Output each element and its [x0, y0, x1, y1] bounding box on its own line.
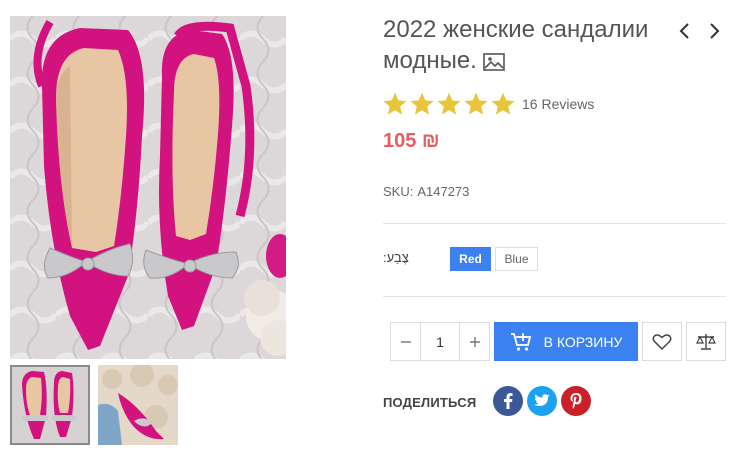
star-icon	[491, 92, 515, 115]
color-label: צֶבַע:	[383, 250, 409, 265]
compare-button[interactable]	[686, 322, 726, 361]
facebook-share-button[interactable]	[493, 386, 523, 416]
thumbnail-2[interactable]	[98, 365, 178, 445]
pinterest-icon	[570, 393, 582, 409]
twitter-share-button[interactable]	[527, 386, 557, 416]
share-label: ПОДЕЛИТЬСЯ	[383, 395, 477, 410]
product-title-text: 2022 женские сандалии модные.	[383, 16, 649, 74]
star-icon	[464, 92, 488, 115]
divider	[383, 223, 726, 224]
heart-icon	[652, 333, 672, 350]
product-price: 105 ₪	[383, 130, 440, 152]
thumbnail-1[interactable]	[10, 365, 90, 445]
quantity-stepper: 1	[390, 322, 490, 361]
facebook-icon	[504, 393, 513, 409]
reviews-link[interactable]: 16 Reviews	[522, 96, 594, 112]
twitter-icon	[534, 394, 550, 406]
add-to-cart-button[interactable]: В КОРЗИНУ	[494, 322, 638, 361]
shoe-illustration	[10, 16, 286, 359]
quantity-input[interactable]: 1	[420, 323, 460, 360]
sku: SKU: A147273	[383, 184, 469, 199]
image-icon	[483, 48, 505, 79]
star-icon	[383, 92, 407, 115]
divider	[383, 296, 726, 297]
chevron-left-icon[interactable]	[677, 20, 693, 42]
star-icon	[410, 92, 434, 115]
color-option-red[interactable]: Red	[450, 247, 491, 271]
wishlist-button[interactable]	[642, 322, 682, 361]
color-option-blue[interactable]: Blue	[495, 247, 538, 271]
product-title: 2022 женские сандалии модные.	[383, 14, 673, 79]
pinterest-share-button[interactable]	[561, 386, 591, 416]
scale-icon	[696, 333, 716, 350]
add-to-cart-label: В КОРЗИНУ	[543, 333, 623, 350]
cart-plus-icon	[510, 332, 531, 351]
decrease-quantity-button[interactable]	[391, 323, 420, 360]
chevron-right-icon[interactable]	[706, 20, 722, 42]
thumbnail-image	[98, 365, 178, 445]
plus-icon	[469, 336, 480, 347]
main-product-image[interactable]	[10, 16, 286, 359]
increase-quantity-button[interactable]	[460, 323, 489, 360]
sku-label: SKU:	[383, 184, 414, 199]
product-rating: 16 Reviews	[382, 91, 594, 117]
sku-value: A147273	[417, 184, 470, 199]
minus-icon	[400, 340, 411, 343]
star-icon	[437, 92, 461, 115]
thumbnail-image	[12, 367, 88, 443]
